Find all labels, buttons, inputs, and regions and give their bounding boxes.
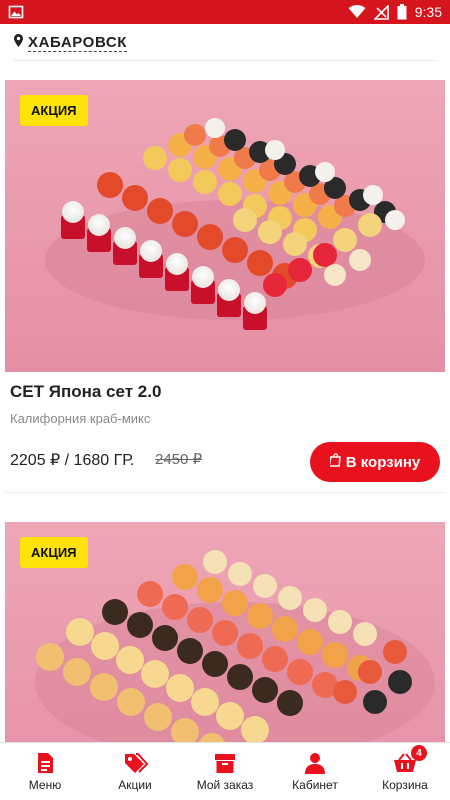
product-card[interactable]: АКЦИЯ (5, 522, 445, 742)
status-bar: 9:35 (0, 0, 450, 24)
city-name[interactable]: ХАБАРОВСК (28, 35, 128, 52)
shopping-bag-icon (328, 453, 342, 471)
wifi-icon (348, 5, 366, 19)
signal-icon (373, 4, 389, 20)
tags-icon (122, 752, 148, 774)
tab-label: Акции (118, 778, 152, 792)
product-photo[interactable]: АКЦИЯ (5, 80, 445, 372)
tab-cart[interactable]: 4 Корзина (360, 743, 450, 800)
tab-label: Мой заказ (196, 778, 254, 792)
product-price: 2205 ₽ / 1680 ГР. (10, 452, 135, 469)
product-description: Калифорния краб-микс (10, 411, 151, 426)
product-old-price: 2450 ₽ (155, 451, 203, 468)
tab-label: Корзина (382, 778, 428, 792)
card-divider (5, 492, 445, 493)
product-photo[interactable]: АКЦИЯ (5, 522, 445, 742)
promo-badge: АКЦИЯ (20, 537, 88, 568)
cart-count-badge: 4 (411, 745, 427, 761)
tab-account[interactable]: Кабинет (270, 743, 360, 800)
add-to-cart-label: В корзину (345, 453, 421, 471)
clock-time: 9:35 (414, 4, 442, 20)
product-feed[interactable]: АКЦИЯ СЕТ Япона сет 2.0 Калифорния краб-… (0, 62, 450, 742)
tab-label: Меню (28, 778, 62, 792)
tab-menu[interactable]: Меню (0, 743, 90, 800)
tab-promos[interactable]: Акции (90, 743, 180, 800)
user-icon (304, 752, 326, 774)
header-divider (14, 60, 436, 61)
order-box-icon (214, 752, 236, 774)
bottom-tab-bar: Меню Акции Мой заказ Кабинет 4 Корзина (0, 742, 450, 800)
tab-my-order[interactable]: Мой заказ (180, 743, 270, 800)
product-card[interactable]: АКЦИЯ СЕТ Япона сет 2.0 Калифорния краб-… (5, 80, 445, 493)
product-title[interactable]: СЕТ Япона сет 2.0 (10, 382, 161, 402)
tab-label: Кабинет (292, 778, 338, 792)
promo-badge: АКЦИЯ (20, 95, 88, 126)
battery-icon (397, 4, 407, 20)
location-pin-icon (14, 34, 23, 52)
menu-doc-icon (36, 752, 54, 774)
add-to-cart-button[interactable]: В корзину (310, 442, 440, 482)
gallery-notification-icon (8, 4, 24, 20)
location-selector[interactable]: ХАБАРОВСК (0, 24, 450, 62)
